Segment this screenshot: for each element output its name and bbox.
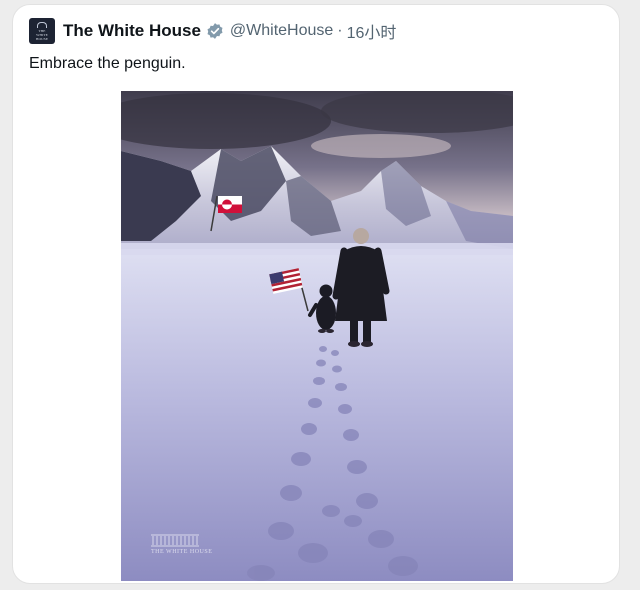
verified-badge-icon bbox=[206, 22, 224, 40]
timestamp[interactable]: 16小时 bbox=[347, 19, 397, 43]
tweet-media-image[interactable]: THE WHITE HOUSE bbox=[121, 91, 513, 581]
avatar[interactable]: THE WHITE HOUSE bbox=[29, 18, 55, 44]
author-handle[interactable]: @WhiteHouse bbox=[230, 22, 333, 40]
tweet-header: THE WHITE HOUSE The White House @WhiteHo… bbox=[29, 17, 396, 45]
watermark: THE WHITE HOUSE bbox=[151, 549, 212, 555]
avatar-text-line: HOUSE bbox=[35, 36, 49, 41]
tweet-card[interactable]: THE WHITE HOUSE The White House @WhiteHo… bbox=[12, 4, 620, 584]
separator: · bbox=[337, 22, 343, 39]
seal-icon bbox=[37, 21, 47, 28]
author-name[interactable]: The White House bbox=[63, 21, 201, 41]
cloud bbox=[311, 134, 451, 158]
tweet-text: Embrace the penguin. bbox=[29, 55, 186, 72]
snow-field bbox=[121, 249, 513, 581]
avatar-text-line: WHITE bbox=[36, 32, 48, 37]
